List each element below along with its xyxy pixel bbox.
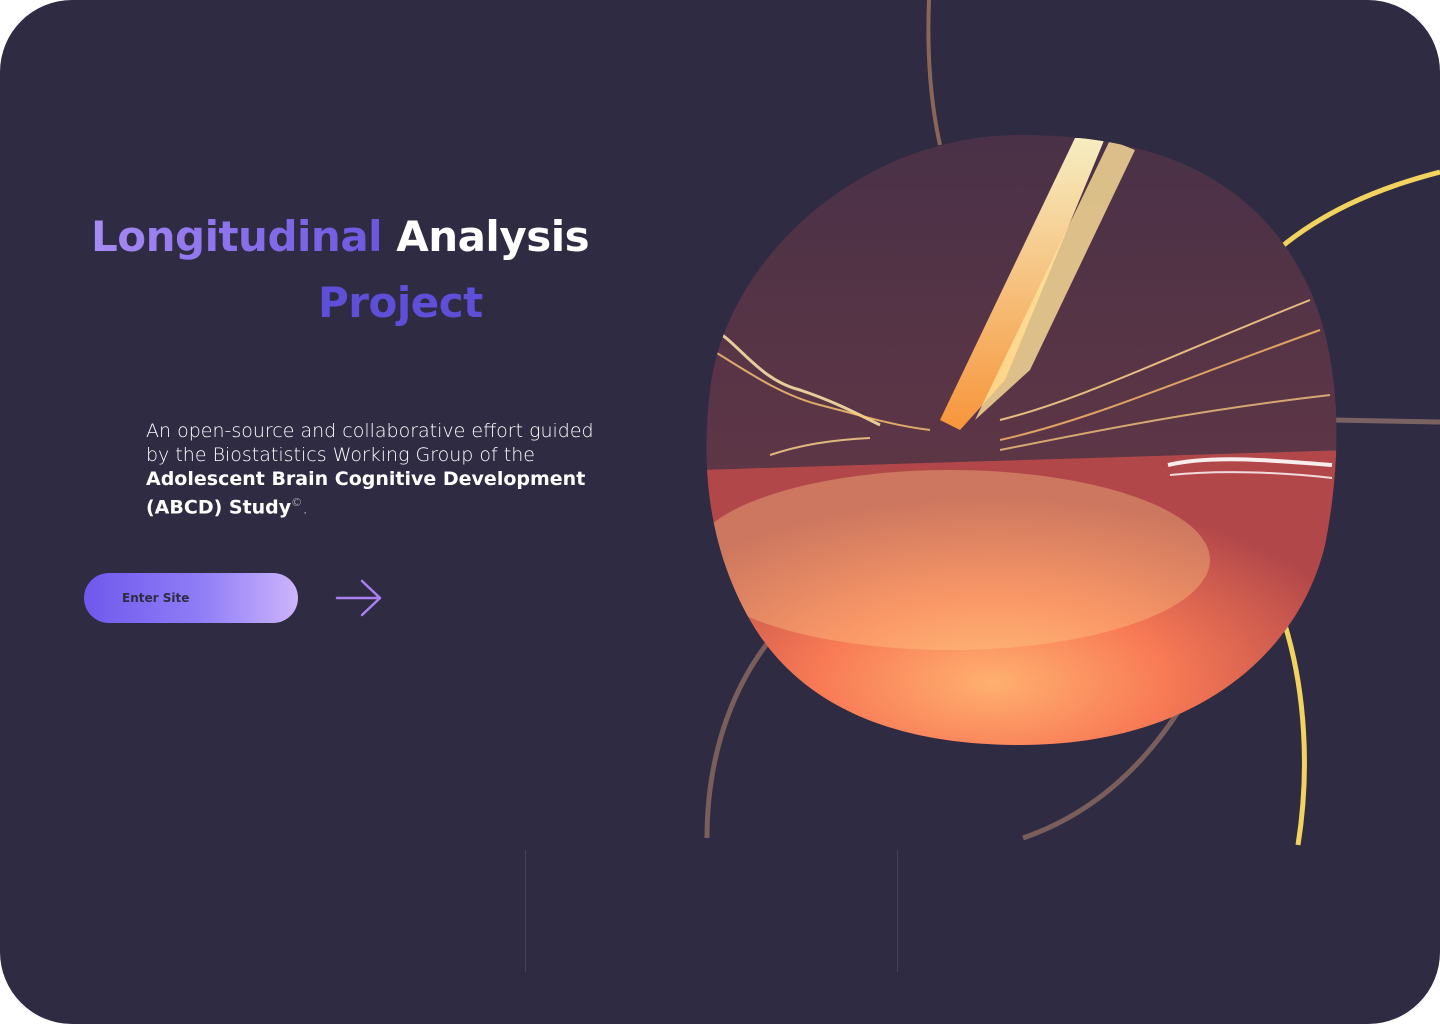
divider-line-left [525, 850, 526, 972]
desc-study-name: Adolescent Brain Cognitive Development (… [146, 468, 586, 519]
arrow-right-icon[interactable] [334, 578, 384, 618]
divider-line-right [897, 850, 898, 972]
desc-end: . [302, 496, 309, 519]
hero-title: Longitudinal Analysis Project [91, 204, 611, 336]
desc-intro: An open-source and collaborative effort … [146, 420, 594, 466]
title-word-project: Project [318, 278, 483, 327]
enter-site-button[interactable]: Enter Site [84, 573, 298, 623]
title-word-analysis: Analysis [396, 212, 590, 261]
hero-description: An open-source and collaborative effort … [146, 419, 616, 519]
title-word-longitudinal: Longitudinal [91, 212, 383, 261]
page-frame: Longitudinal Analysis Project An open-so… [0, 0, 1440, 1024]
desc-copyright: © [291, 496, 303, 509]
